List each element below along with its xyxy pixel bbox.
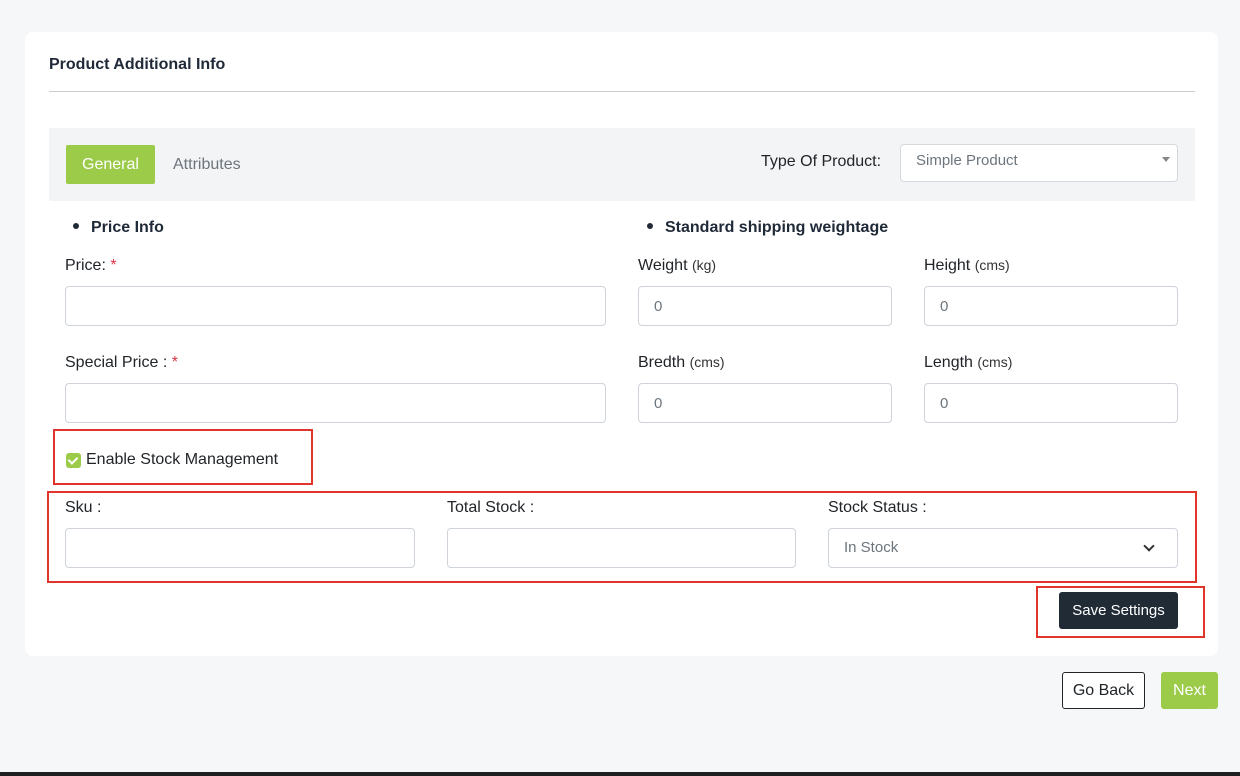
tab-general[interactable]: General — [66, 145, 155, 184]
height-input[interactable] — [924, 286, 1178, 326]
bullet-icon — [647, 222, 653, 229]
price-info-heading: Price Info — [73, 219, 164, 237]
sku-label: Sku : — [65, 499, 102, 516]
stock-status-value: In Stock — [844, 539, 899, 556]
special-price-label-text: Special Price : — [65, 354, 168, 371]
enable-stock-label: Enable Stock Management — [86, 451, 279, 468]
bottom-border — [0, 772, 1240, 776]
price-label: Price: * — [65, 257, 117, 275]
bredth-input[interactable] — [638, 383, 892, 423]
shipping-heading: Standard shipping weightage — [647, 219, 888, 237]
bredth-label-text: Bredth — [638, 354, 686, 371]
stock-status-label: Stock Status : — [828, 499, 927, 516]
weight-unit: (kg) — [691, 257, 717, 273]
special-price-input[interactable] — [65, 383, 606, 423]
tab-bar: General Attributes Type Of Product: Simp… — [49, 128, 1195, 201]
type-of-product-value: Simple Product — [916, 152, 1018, 169]
weight-label-text: Weight — [638, 257, 688, 274]
special-price-label: Special Price : * — [65, 354, 178, 372]
height-label: Height (cms) — [924, 257, 1010, 275]
length-unit: (cms) — [977, 354, 1013, 370]
price-info-heading-text: Price Info — [91, 219, 164, 236]
weight-input[interactable] — [638, 286, 892, 326]
price-label-text: Price: — [65, 257, 106, 274]
height-unit: (cms) — [974, 257, 1010, 273]
weight-label: Weight (kg) — [638, 257, 716, 275]
type-of-product-select[interactable]: Simple Product — [900, 144, 1178, 182]
height-label-text: Height — [924, 257, 971, 274]
bredth-unit: (cms) — [689, 354, 725, 370]
length-input[interactable] — [924, 383, 1178, 423]
bullet-icon — [73, 222, 79, 229]
required-mark: * — [171, 354, 178, 371]
required-mark: * — [110, 257, 117, 274]
save-settings-button[interactable]: Save Settings — [1059, 592, 1178, 629]
tab-attributes[interactable]: Attributes — [173, 145, 241, 184]
type-of-product-label: Type Of Product: — [761, 153, 882, 170]
enable-stock-checkbox[interactable] — [66, 453, 81, 468]
product-additional-info-card: Product Additional Info General Attribut… — [25, 32, 1218, 656]
bredth-label: Bredth (cms) — [638, 354, 725, 372]
title-divider — [49, 91, 1195, 92]
shipping-heading-text: Standard shipping weightage — [665, 219, 889, 236]
length-label-text: Length — [924, 354, 973, 371]
caret-down-icon — [1162, 157, 1170, 162]
total-stock-input[interactable] — [447, 528, 796, 568]
card-title: Product Additional Info — [49, 56, 226, 73]
total-stock-label: Total Stock : — [447, 499, 535, 516]
stock-status-select[interactable]: In Stock — [828, 528, 1178, 568]
go-back-button[interactable]: Go Back — [1062, 672, 1145, 709]
price-input[interactable] — [65, 286, 606, 326]
length-label: Length (cms) — [924, 354, 1012, 372]
next-button[interactable]: Next — [1161, 672, 1218, 709]
chevron-down-icon — [1143, 540, 1155, 552]
sku-input[interactable] — [65, 528, 415, 568]
